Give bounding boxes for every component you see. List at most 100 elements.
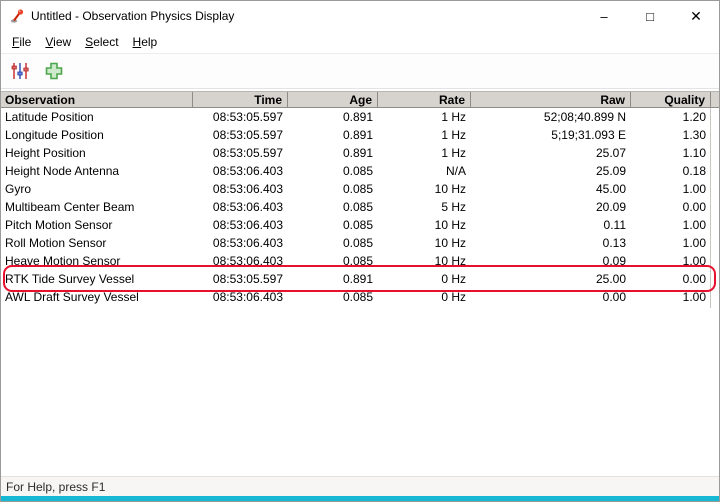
cell-quality: 1.00 (631, 288, 711, 306)
column-header-observation[interactable]: Observation (1, 92, 193, 107)
cell-rate: 0 Hz (378, 288, 471, 306)
cell-rate: N/A (378, 162, 471, 180)
cell-quality: 1.00 (631, 180, 711, 198)
column-header-rate[interactable]: Rate (378, 92, 471, 107)
cell-age: 0.085 (288, 216, 378, 234)
cell-raw: 20.09 (471, 198, 631, 216)
cell-observation: Height Position (1, 144, 193, 162)
cell-time: 08:53:05.597 (193, 108, 288, 126)
column-header-quality[interactable]: Quality (631, 92, 711, 107)
table-row[interactable]: Longitude Position 08:53:05.597 0.891 1 … (1, 126, 720, 144)
cell-age: 0.891 (288, 126, 378, 144)
cell-observation: Latitude Position (1, 108, 193, 126)
cell-observation: Longitude Position (1, 126, 193, 144)
window-bottom-edge (1, 496, 719, 501)
table-row[interactable]: Heave Motion Sensor 08:53:06.403 0.085 1… (1, 252, 720, 270)
cell-rate: 10 Hz (378, 216, 471, 234)
cell-time: 08:53:06.403 (193, 234, 288, 252)
column-header-time[interactable]: Time (193, 92, 288, 107)
cell-rate: 10 Hz (378, 252, 471, 270)
menu-view[interactable]: View (38, 32, 78, 52)
column-header-age[interactable]: Age (288, 92, 378, 107)
table-row[interactable]: Gyro 08:53:06.403 0.085 10 Hz 45.00 1.00 (1, 180, 720, 198)
cell-quality: 1.00 (631, 216, 711, 234)
cell-rate: 0 Hz (378, 270, 471, 288)
table-row[interactable]: Height Node Antenna 08:53:06.403 0.085 N… (1, 162, 720, 180)
cell-quality: 1.10 (631, 144, 711, 162)
cell-time: 08:53:05.597 (193, 144, 288, 162)
cell-quality: 1.30 (631, 126, 711, 144)
cell-raw: 0.13 (471, 234, 631, 252)
cell-raw: 25.00 (471, 270, 631, 288)
table-row[interactable]: Latitude Position 08:53:05.597 0.891 1 H… (1, 108, 720, 126)
menu-file[interactable]: File (5, 32, 38, 52)
cell-age: 0.085 (288, 288, 378, 306)
menu-select[interactable]: Select (78, 32, 125, 52)
sliders-icon (10, 61, 30, 81)
status-text: For Help, press F1 (6, 480, 105, 494)
cell-rate: 10 Hz (378, 180, 471, 198)
add-icon (44, 61, 64, 81)
cell-observation: Pitch Motion Sensor (1, 216, 193, 234)
cell-quality: 0.00 (631, 270, 711, 288)
column-header-filler (711, 92, 720, 107)
cell-time: 08:53:06.403 (193, 288, 288, 306)
cell-raw: 0.00 (471, 288, 631, 306)
table-row-rtk-tide[interactable]: RTK Tide Survey Vessel 08:53:05.597 0.89… (1, 270, 720, 288)
cell-quality: 0.00 (631, 198, 711, 216)
cell-observation: Multibeam Center Beam (1, 198, 193, 216)
cell-age: 0.085 (288, 252, 378, 270)
table-row[interactable]: Pitch Motion Sensor 08:53:06.403 0.085 1… (1, 216, 720, 234)
menu-help[interactable]: Help (126, 32, 165, 52)
cell-quality: 1.00 (631, 252, 711, 270)
cell-age: 0.891 (288, 108, 378, 126)
table-row[interactable]: Height Position 08:53:05.597 0.891 1 Hz … (1, 144, 720, 162)
cell-observation: RTK Tide Survey Vessel (1, 270, 193, 288)
cell-observation: Heave Motion Sensor (1, 252, 193, 270)
cell-time: 08:53:06.403 (193, 180, 288, 198)
toolbar (1, 53, 719, 89)
cell-raw: 0.09 (471, 252, 631, 270)
cell-raw: 45.00 (471, 180, 631, 198)
cell-age: 0.891 (288, 144, 378, 162)
table-row[interactable]: Multibeam Center Beam 08:53:06.403 0.085… (1, 198, 720, 216)
cell-age: 0.085 (288, 180, 378, 198)
cell-rate: 1 Hz (378, 108, 471, 126)
title-bar[interactable]: Untitled - Observation Physics Display –… (1, 1, 719, 31)
observation-grid: Observation Time Age Rate Raw Quality La… (1, 91, 720, 306)
minimize-button[interactable]: – (581, 1, 627, 31)
table-row[interactable]: AWL Draft Survey Vessel 08:53:06.403 0.0… (1, 288, 720, 306)
close-button[interactable]: ✕ (673, 1, 719, 31)
cell-age: 0.085 (288, 162, 378, 180)
cell-rate: 1 Hz (378, 126, 471, 144)
add-button[interactable] (41, 58, 67, 84)
cell-age: 0.085 (288, 234, 378, 252)
cell-age: 0.085 (288, 198, 378, 216)
cell-quality: 1.20 (631, 108, 711, 126)
cell-raw: 0.11 (471, 216, 631, 234)
column-header-raw[interactable]: Raw (471, 92, 631, 107)
cell-observation: Gyro (1, 180, 193, 198)
cell-rate: 1 Hz (378, 144, 471, 162)
menu-bar: File View Select Help (1, 31, 719, 53)
grid-header: Observation Time Age Rate Raw Quality (1, 91, 720, 108)
cell-raw: 5;19;31.093 E (471, 126, 631, 144)
cell-time: 08:53:05.597 (193, 126, 288, 144)
maximize-button[interactable]: □ (627, 1, 673, 31)
cell-raw: 25.07 (471, 144, 631, 162)
cell-time: 08:53:06.403 (193, 216, 288, 234)
cell-time: 08:53:05.597 (193, 270, 288, 288)
cell-time: 08:53:06.403 (193, 252, 288, 270)
sliders-button[interactable] (7, 58, 33, 84)
table-row[interactable]: Roll Motion Sensor 08:53:06.403 0.085 10… (1, 234, 720, 252)
cell-observation: Height Node Antenna (1, 162, 193, 180)
cell-time: 08:53:06.403 (193, 198, 288, 216)
cell-quality: 0.18 (631, 162, 711, 180)
cell-time: 08:53:06.403 (193, 162, 288, 180)
cell-observation: AWL Draft Survey Vessel (1, 288, 193, 306)
app-icon (9, 8, 25, 24)
cell-age: 0.891 (288, 270, 378, 288)
grid-right-rule (710, 108, 711, 308)
cell-quality: 1.00 (631, 234, 711, 252)
status-bar: For Help, press F1 (1, 476, 719, 496)
